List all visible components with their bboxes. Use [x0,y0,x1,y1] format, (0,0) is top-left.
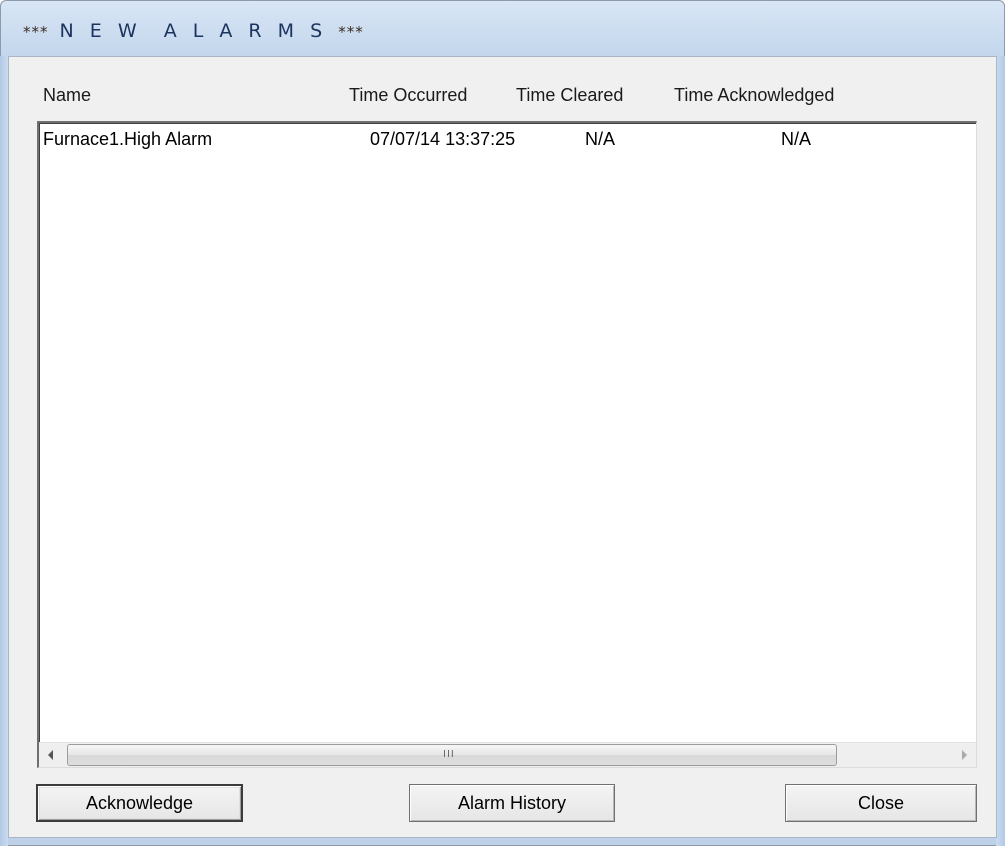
title-suffix: *** [338,23,364,41]
alarm-time-occurred: 07/07/14 13:37:25 [370,129,516,149]
alarm-list[interactable]: Furnace1.High Alarm 07/07/14 13:37:25 N/… [37,121,977,768]
title-main: N E W A L A R M S [59,20,328,42]
window-frame-left [0,56,8,846]
alarm-name: Furnace1.High Alarm [43,129,213,149]
title-prefix: *** [23,23,49,41]
close-button[interactable]: Close [785,784,977,822]
alarm-history-button[interactable]: Alarm History [409,784,615,822]
window-title: *** N E W A L A R M S *** [23,20,364,42]
column-header-name: Name [43,85,92,105]
arrow-right-icon [962,750,967,760]
window-frame-right [996,56,1005,846]
screen: *** N E W A L A R M S *** Name Time Occu… [0,0,1005,846]
column-header-time-cleared: Time Cleared [516,85,624,105]
acknowledge-button[interactable]: Acknowledge [36,784,243,822]
scrollbar-thumb[interactable]: III [67,744,837,766]
scroll-right-button[interactable] [950,743,976,767]
dialog-body: Name Time Occurred Time Cleared Time Ack… [8,56,997,838]
column-header-time-occurred: Time Occurred [349,85,468,105]
horizontal-scrollbar[interactable]: III [39,742,976,767]
column-header-time-acknowledged: Time Acknowledged [674,85,835,105]
scroll-left-button[interactable] [39,743,65,767]
grip-icon: III [443,749,455,760]
alarm-time-cleared: N/A [585,129,616,149]
arrow-left-icon [48,750,53,760]
alarm-time-acknowledged: N/A [781,129,812,149]
title-bar[interactable]: *** N E W A L A R M S *** [1,1,1004,57]
list-item[interactable]: Furnace1.High Alarm 07/07/14 13:37:25 N/… [39,129,976,151]
